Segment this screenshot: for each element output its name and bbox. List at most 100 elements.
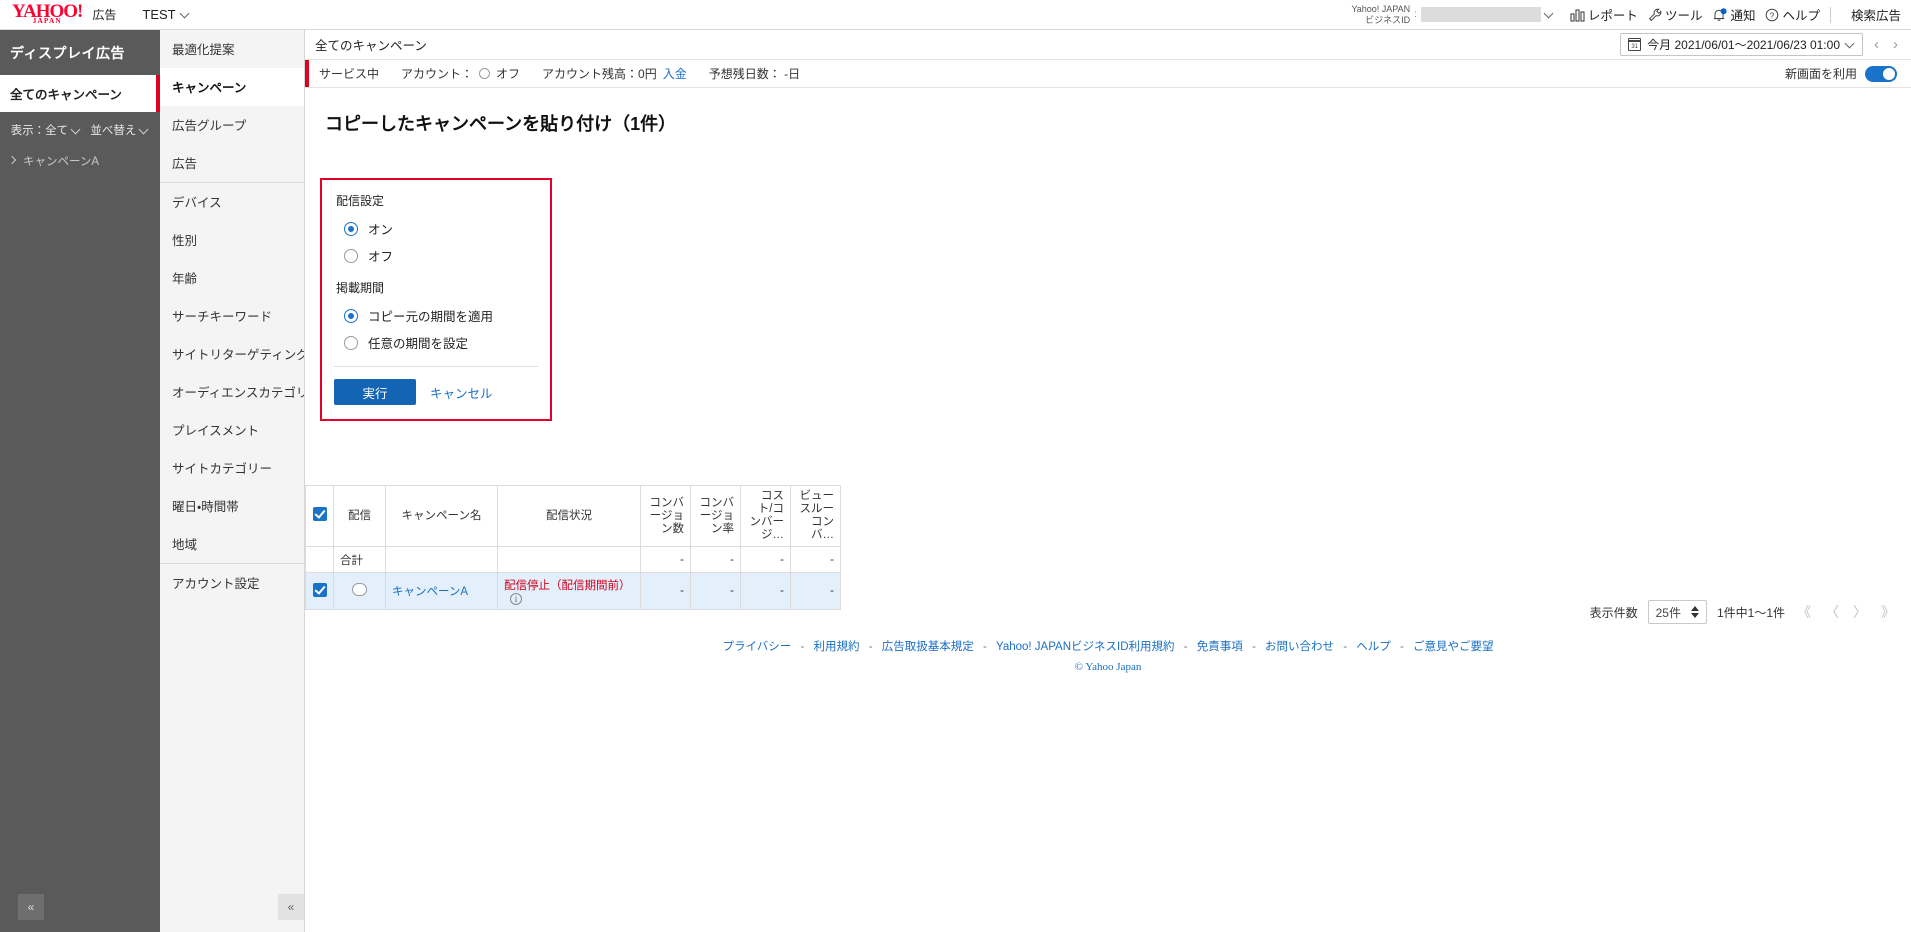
header-item-search-ads[interactable]: 検索広告 — [1851, 5, 1901, 24]
nav-item-optimization[interactable]: 最適化提案 — [160, 30, 304, 68]
calendar-icon — [1628, 38, 1642, 51]
nav-item-account-settings[interactable]: アカウント設定 — [160, 563, 304, 602]
campaign-tree: キャンペーンA — [0, 146, 160, 176]
header-item-notifications[interactable]: 通知 — [1712, 5, 1755, 24]
date-prev-button[interactable]: ‹ — [1871, 36, 1882, 53]
radio-selected-icon — [344, 221, 358, 236]
nav-item-search-keyword[interactable]: サーチキーワード — [160, 297, 304, 335]
filter-display-all[interactable]: 表示：全て — [11, 122, 82, 138]
radio-delivery-on[interactable]: オン — [322, 215, 550, 242]
nav-item-campaign[interactable]: キャンペーン — [160, 68, 304, 106]
nav-item-ad-group[interactable]: 広告グループ — [160, 106, 304, 144]
date-next-button[interactable]: › — [1890, 36, 1901, 53]
date-range-selector[interactable]: 今月 2021/06/01〜2021/06/23 01:00 — [1620, 33, 1863, 56]
last-page-button[interactable]: 》 — [1879, 602, 1897, 622]
chevron-down-icon — [1846, 40, 1855, 49]
execute-button[interactable]: 実行 — [334, 379, 416, 405]
header-view-through-conversions[interactable]: ビュースルーコンバ… — [790, 485, 841, 547]
header-delivery-status[interactable]: 配信状況 — [497, 485, 641, 547]
nav-item-gender[interactable]: 性別 — [160, 221, 304, 259]
header-cost-per-conversion[interactable]: コスト/コンバージ… — [740, 485, 791, 547]
chevron-right-icon — [8, 157, 16, 165]
filter-display-label: 表示：全て — [10, 125, 69, 137]
page-title: コピーしたキャンペーンを貼り付け（1件） — [325, 114, 677, 134]
nav-item-age[interactable]: 年齢 — [160, 259, 304, 297]
account-name: TEST — [142, 7, 176, 22]
account-status-bar: サービス中 アカウント： オフ アカウント残高：0円 入金 予想残日数： -日 … — [305, 60, 1911, 88]
header-item-label: ヘルプ — [1782, 9, 1820, 23]
left-panel-title: ディスプレイ広告 — [10, 45, 126, 61]
prev-page-button[interactable]: 〈 — [1823, 602, 1841, 622]
bizid-value-field[interactable] — [1420, 7, 1541, 22]
period-setting-label: 掲載期間 — [336, 281, 385, 295]
dialog-body: 配信設定 オン オフ 掲載期間 コピー元の期間を適用 任意の期間を設定 実行 キ… — [322, 180, 550, 419]
radio-period-custom[interactable]: 任意の期間を設定 — [322, 329, 550, 356]
footer-link-feedback[interactable]: ご意見やご要望 — [1413, 641, 1494, 653]
row-campaign-name-cell[interactable]: キャンペーンA — [385, 572, 498, 610]
chevron-down-icon[interactable] — [1545, 10, 1554, 19]
row-delivery-toggle-cell[interactable] — [333, 572, 386, 610]
campaign-table: 配信 キャンペーン名 配信状況 コンバージョン数 コンバージョン率 コスト/コン… — [305, 485, 841, 610]
header-item-tools[interactable]: ツール — [1648, 5, 1702, 24]
row-status-cell: 配信停止（配信期間前） i — [497, 572, 641, 610]
account-state-toggle-icon[interactable] — [479, 68, 491, 79]
copyright: © Yahoo Japan — [1074, 661, 1142, 673]
table-head: 配信 キャンペーン名 配信状況 コンバージョン数 コンバージョン率 コスト/コン… — [305, 485, 841, 547]
checkbox-checked-icon[interactable] — [312, 507, 327, 521]
header-delivery[interactable]: 配信 — [333, 485, 386, 547]
tree-item-campaign-a[interactable]: キャンペーンA — [8, 150, 152, 172]
first-page-button[interactable]: 《 — [1795, 602, 1813, 622]
bell-icon — [1712, 7, 1728, 22]
deposit-link[interactable]: 入金 — [663, 65, 687, 82]
radio-unselected-icon — [344, 335, 358, 350]
global-header-right: Yahoo! JAPAN ビジネスID : レポート ツール 通知 ? ヘルプ … — [1351, 4, 1911, 26]
nav-item-ad[interactable]: 広告 — [160, 144, 304, 182]
nav-item-day-time[interactable]: 曜日・時間帯 — [160, 487, 304, 525]
footer-link-terms[interactable]: 利用規約 — [814, 641, 860, 653]
page-footer: プライバシー - 利用規約 - 広告取扱基本規定 - Yahoo! JAPANビ… — [305, 638, 1911, 673]
nav-item-site-retargeting[interactable]: サイトリターゲティング — [160, 335, 304, 373]
account-state-value: オフ — [496, 67, 521, 81]
header-campaign-name[interactable]: キャンペーン名 — [385, 485, 498, 547]
total-name-cell — [385, 546, 498, 573]
rows-per-page-select[interactable]: 25件 — [1647, 600, 1707, 624]
footer-link-ad-rules[interactable]: 広告取扱基本規定 — [882, 641, 974, 653]
checkbox-checked-icon[interactable] — [312, 582, 327, 597]
header-select-all[interactable] — [305, 485, 334, 547]
radio-period-inherit[interactable]: コピー元の期間を適用 — [322, 302, 550, 329]
campaign-name-link[interactable]: キャンペーンA — [392, 586, 468, 598]
yahoo-japan-logo[interactable]: YAHOO! JAPAN — [12, 2, 83, 25]
header-item-help[interactable]: ? ヘルプ — [1765, 5, 1820, 24]
nav-item-audience-category[interactable]: オーディエンスカテゴリー — [160, 373, 304, 411]
table-row[interactable]: キャンペーンA 配信停止（配信期間前） i - - - - — [305, 572, 841, 610]
cancel-button[interactable]: キャンセル — [416, 383, 507, 402]
footer-link-bizid-terms[interactable]: Yahoo! JAPANビジネスID利用規約 — [996, 641, 1175, 653]
breadcrumb: 全てのキャンペーン — [315, 39, 427, 53]
header-item-report[interactable]: レポート — [1570, 5, 1638, 24]
footer-link-help[interactable]: ヘルプ — [1356, 641, 1391, 653]
left-panel-collapse-button[interactable]: « — [18, 894, 44, 920]
left-panel-current-scope[interactable]: 全てのキャンペーン — [0, 75, 160, 112]
header-conversion-rate[interactable]: コンバージョン率 — [690, 485, 741, 547]
nav-item-placement[interactable]: プレイスメント — [160, 411, 304, 449]
footer-link-disclaimer[interactable]: 免責事項 — [1197, 641, 1243, 653]
nav-item-site-category[interactable]: サイトカテゴリー — [160, 449, 304, 487]
radio-delivery-off[interactable]: オフ — [322, 242, 550, 269]
row-checkbox-cell[interactable] — [305, 572, 334, 610]
info-icon[interactable]: i — [510, 593, 522, 605]
next-page-button[interactable]: 〉 — [1851, 602, 1869, 622]
footer-link-contact[interactable]: お問い合わせ — [1265, 641, 1334, 653]
account-balance-text: アカウント残高：0円 — [542, 67, 657, 81]
radio-unselected-icon — [344, 248, 358, 263]
header-conversions[interactable]: コンバージョン数 — [640, 485, 691, 547]
footer-link-privacy[interactable]: プライバシー — [722, 641, 791, 653]
nav-item-region[interactable]: 地域 — [160, 525, 304, 563]
nav-item-device[interactable]: デバイス — [160, 182, 304, 221]
stepper-icon — [1690, 606, 1699, 618]
new-ui-toggle[interactable] — [1865, 65, 1897, 82]
radio-label: コピー元の期間を適用 — [368, 310, 494, 324]
delivery-toggle-icon[interactable] — [352, 583, 367, 596]
filter-sort[interactable]: 並べ替え — [90, 122, 149, 138]
account-switcher[interactable]: TEST — [142, 7, 189, 22]
nav-collapse-button[interactable]: « — [278, 894, 304, 920]
